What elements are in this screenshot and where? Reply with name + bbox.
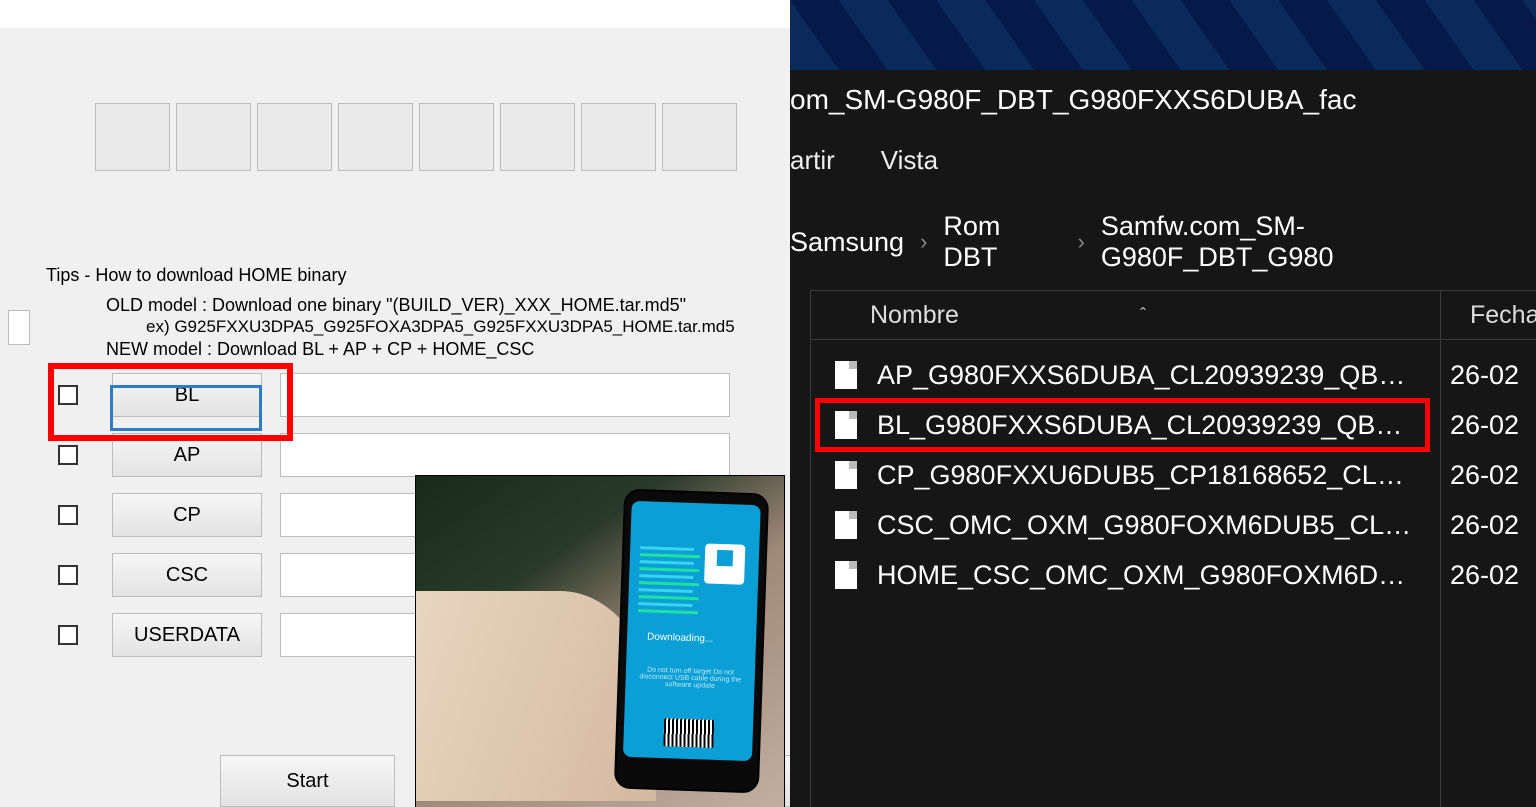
- column-divider: [810, 290, 811, 807]
- file-icon: [835, 361, 857, 389]
- file-date: 26-02: [1450, 560, 1519, 591]
- menu-share[interactable]: artir: [790, 145, 835, 176]
- port-slot: [581, 103, 656, 171]
- port-slot: [338, 103, 413, 171]
- tips-line-example: ex) G925FXXU3DPA5_G925FOXA3DPA5_G925FXXU…: [146, 316, 780, 338]
- crumb-samsung[interactable]: Samsung: [790, 227, 904, 258]
- file-icon: [835, 411, 857, 439]
- odin-window: Tips - How to download HOME binary OLD m…: [0, 0, 790, 807]
- cp-button[interactable]: CP: [112, 493, 262, 537]
- csc-button[interactable]: CSC: [112, 553, 262, 597]
- breadcrumb[interactable]: Samsung › Rom DBT › Samfw.com_SM-G980F_D…: [790, 217, 1536, 267]
- userdata-checkbox[interactable]: [58, 625, 78, 645]
- desktop-wallpaper-strip: [790, 0, 1536, 70]
- tips-line-new: NEW model : Download BL + AP + CP + HOME…: [106, 338, 780, 360]
- bl-button[interactable]: BL: [112, 373, 262, 417]
- menu-view[interactable]: Vista: [881, 145, 938, 176]
- port-slot: [419, 103, 494, 171]
- file-row-bl[interactable]: BL_G980FXXS6DUBA_CL20939239_QB384... 26-…: [835, 400, 1536, 450]
- explorer-menu: artir Vista: [790, 135, 1536, 185]
- ap-path-field[interactable]: [280, 433, 730, 477]
- tips-line-old: OLD model : Download one binary "(BUILD_…: [106, 294, 780, 316]
- column-name[interactable]: Nombre: [870, 301, 959, 330]
- download-caption: Downloading...: [647, 631, 713, 644]
- ap-checkbox[interactable]: [58, 445, 78, 465]
- port-slot: [500, 103, 575, 171]
- file-list: AP_G980FXXS6DUBA_CL20939239_QB38... 26-0…: [835, 350, 1536, 600]
- csc-checkbox[interactable]: [58, 565, 78, 585]
- download-log-lines: [637, 546, 700, 628]
- ap-button[interactable]: AP: [112, 433, 262, 477]
- crumb-folder[interactable]: Samfw.com_SM-G980F_DBT_G980: [1101, 211, 1536, 273]
- start-button[interactable]: Start: [220, 755, 395, 807]
- file-date: 26-02: [1450, 410, 1519, 441]
- file-explorer-window: om_SM-G980F_DBT_G980FXXS6DUBA_fac artir …: [790, 0, 1536, 807]
- columns-header: Nombre ˆ Fecha: [810, 290, 1536, 340]
- odin-top-strip: [0, 0, 790, 30]
- tips-title: Tips - How to download HOME binary: [46, 265, 780, 286]
- file-name: HOME_CSC_OMC_OXM_G980FOXM6DUB...: [877, 560, 1417, 591]
- barcode-icon: [663, 718, 714, 748]
- download-icon: [704, 543, 745, 584]
- chevron-right-icon: ›: [920, 229, 927, 255]
- explorer-titlebar: om_SM-G980F_DBT_G980FXXS6DUBA_fac: [790, 72, 1536, 127]
- phone-screen: Downloading... Do not turn off target Do…: [623, 501, 761, 761]
- bl-path-field[interactable]: [280, 373, 730, 417]
- sort-ascending-icon[interactable]: ˆ: [1140, 305, 1146, 326]
- file-row-home-csc[interactable]: HOME_CSC_OMC_OXM_G980FOXM6DUB... 26-02: [835, 550, 1536, 600]
- bl-checkbox[interactable]: [58, 385, 78, 405]
- crumb-rom-dbt[interactable]: Rom DBT: [943, 211, 1061, 273]
- ap-row: AP: [58, 430, 730, 480]
- window-title: om_SM-G980F_DBT_G980FXXS6DUBA_fac: [790, 84, 1356, 116]
- cp-checkbox[interactable]: [58, 505, 78, 525]
- odin-slot-area: [0, 28, 790, 158]
- file-icon: [835, 561, 857, 589]
- tips-group: Tips - How to download HOME binary OLD m…: [46, 265, 780, 360]
- side-scroll-stub[interactable]: [8, 310, 30, 345]
- file-name: CP_G980FXXU6DUB5_CP18168652_CL209...: [877, 460, 1417, 491]
- file-date: 26-02: [1450, 360, 1519, 391]
- file-row-csc[interactable]: CSC_OMC_OXM_G980FOXM6DUB5_CL20... 26-02: [835, 500, 1536, 550]
- file-row-ap[interactable]: AP_G980FXXS6DUBA_CL20939239_QB38... 26-0…: [835, 350, 1536, 400]
- file-row-cp[interactable]: CP_G980FXXU6DUB5_CP18168652_CL209... 26-…: [835, 450, 1536, 500]
- port-grid: [95, 103, 737, 171]
- file-date: 26-02: [1450, 460, 1519, 491]
- port-slot: [257, 103, 332, 171]
- userdata-button[interactable]: USERDATA: [112, 613, 262, 657]
- port-slot: [662, 103, 737, 171]
- phone-photo-overlay: Downloading... Do not turn off target Do…: [415, 475, 785, 807]
- column-date[interactable]: Fecha: [1470, 301, 1536, 330]
- bl-row: BL: [58, 370, 730, 420]
- chevron-right-icon: ›: [1078, 229, 1085, 255]
- download-subtext: Do not turn off target Do not disconnect…: [633, 666, 747, 691]
- file-date: 26-02: [1450, 510, 1519, 541]
- phone-device: Downloading... Do not turn off target Do…: [614, 489, 769, 794]
- file-icon: [835, 461, 857, 489]
- file-name: BL_G980FXXS6DUBA_CL20939239_QB384...: [877, 410, 1417, 441]
- port-slot: [95, 103, 170, 171]
- file-icon: [835, 511, 857, 539]
- file-name: AP_G980FXXS6DUBA_CL20939239_QB38...: [877, 360, 1417, 391]
- port-slot: [176, 103, 251, 171]
- file-name: CSC_OMC_OXM_G980FOXM6DUB5_CL20...: [877, 510, 1417, 541]
